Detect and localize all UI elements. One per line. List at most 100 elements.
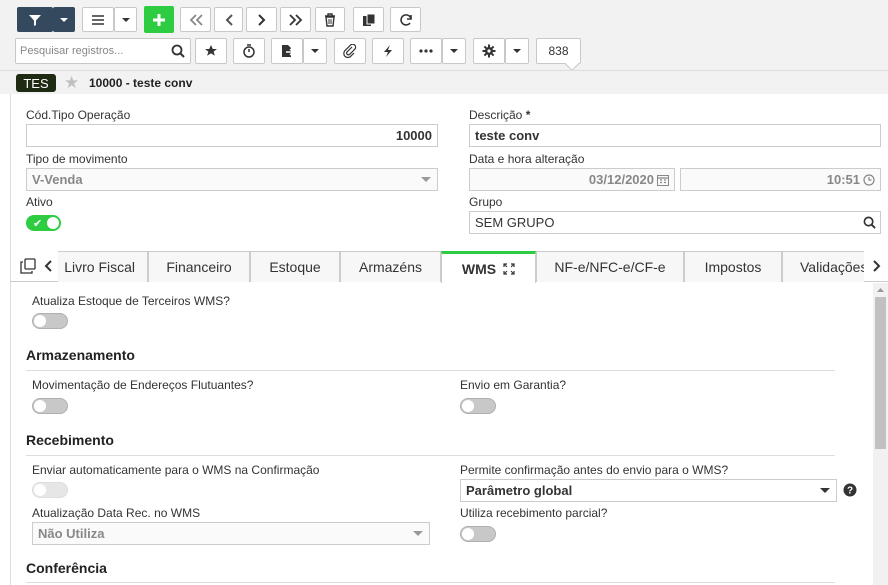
caret-down-icon: [311, 49, 319, 53]
first-record-button[interactable]: [180, 7, 211, 32]
enviar-auto-label: Enviar automaticamente para o WMS na Con…: [32, 463, 320, 477]
delete-button[interactable]: [315, 7, 345, 32]
bolt-icon: [384, 45, 392, 57]
previous-record-button[interactable]: [214, 7, 243, 32]
caret-down-icon: [413, 531, 423, 536]
hora-alteracao-field[interactable]: 10:51: [680, 168, 881, 191]
ellipsis-icon: [419, 49, 433, 53]
permite-conf-value: Parâmetro global: [466, 483, 573, 498]
chevron-left-icon[interactable]: [44, 260, 52, 272]
tab-wms[interactable]: WMS: [441, 251, 536, 283]
permite-conf-select[interactable]: Parâmetro global: [460, 479, 837, 502]
favorite-star-icon[interactable]: ★: [64, 73, 79, 93]
armazenamento-section-title: Armazenamento: [26, 347, 135, 363]
permite-conf-label: Permite confirmação antes do envio para …: [460, 463, 729, 477]
calendar-icon: [657, 174, 669, 186]
scroll-up-icon[interactable]: [876, 287, 885, 293]
favorite-button[interactable]: [195, 38, 227, 64]
tipo-movimento-select[interactable]: V-Venda: [26, 168, 438, 191]
atualiza-estoque-toggle[interactable]: [32, 313, 68, 329]
tab-validacoes[interactable]: Validações: [782, 251, 864, 282]
hora-value: 10:51: [826, 172, 860, 187]
tab-financeiro[interactable]: Financeiro: [148, 251, 250, 282]
toolbar: 838: [0, 0, 888, 70]
conferencia-section-title: Conferência: [26, 560, 107, 576]
envio-garantia-toggle[interactable]: [460, 398, 496, 414]
chevron-right-icon: [873, 260, 881, 272]
list-view-button[interactable]: [82, 7, 114, 32]
ativo-toggle[interactable]: ✔: [26, 215, 61, 231]
tab-estoque[interactable]: Estoque: [250, 251, 340, 282]
mov-enderecos-toggle[interactable]: [32, 398, 68, 414]
file-export-icon: [282, 45, 294, 57]
descricao-field[interactable]: teste conv: [469, 124, 881, 147]
tab-scroll-right[interactable]: [864, 250, 888, 281]
data-alteracao-field[interactable]: 03/12/2020: [469, 168, 675, 191]
add-button[interactable]: [144, 6, 174, 33]
search-input[interactable]: [16, 39, 156, 63]
tab-livro-fiscal[interactable]: Livro Fiscal: [58, 251, 148, 282]
attachment-button[interactable]: [334, 38, 366, 64]
data-value: 03/12/2020: [588, 172, 654, 187]
last-record-button[interactable]: [280, 7, 311, 32]
scrollbar-thumb[interactable]: [875, 297, 886, 449]
filter-dropdown-button[interactable]: [53, 7, 75, 32]
list-view-dropdown-button[interactable]: [114, 7, 137, 32]
atualiza-estoque-label: Atualiza Estoque de Terceiros WMS?: [32, 294, 230, 308]
more-button[interactable]: [410, 38, 442, 64]
plus-icon: [153, 13, 165, 26]
timer-button[interactable]: [233, 38, 265, 64]
double-chevron-left-icon: [189, 13, 203, 26]
refresh-button[interactable]: [390, 7, 421, 32]
data-hora-label: Data e hora alteração: [469, 152, 585, 166]
svg-text:?: ?: [847, 486, 853, 497]
record-title: 10000 - teste conv: [89, 76, 193, 90]
enviar-auto-toggle[interactable]: [32, 482, 68, 498]
gear-icon: [482, 44, 496, 58]
tab-armazens[interactable]: Armazéns: [340, 251, 441, 282]
record-count-badge: 838: [536, 38, 581, 64]
utiliza-receb-toggle[interactable]: [460, 526, 496, 542]
search-icon[interactable]: [863, 216, 876, 229]
caret-down-icon: [421, 177, 431, 182]
search-icon[interactable]: [171, 44, 185, 58]
tab-bar: Livro Fiscal Financeiro Estoque Armazéns…: [10, 250, 888, 283]
tab-label: Impostos: [704, 259, 762, 275]
cod-tipo-field[interactable]: 10000: [26, 124, 438, 147]
export-button[interactable]: [271, 38, 303, 64]
double-chevron-right-icon: [288, 13, 302, 26]
stopwatch-icon: [243, 44, 255, 58]
recebimento-section-title: Recebimento: [26, 432, 114, 448]
trash-icon: [325, 12, 335, 27]
grupo-value: SEM GRUPO: [475, 215, 555, 230]
filter-button[interactable]: [17, 7, 53, 32]
next-record-button[interactable]: [246, 7, 277, 32]
settings-button[interactable]: [473, 38, 505, 64]
atualizacao-data-select[interactable]: Não Utiliza: [32, 522, 430, 545]
actions-button[interactable]: [372, 38, 404, 64]
help-icon[interactable]: ?: [843, 483, 857, 497]
vertical-scrollbar[interactable]: [873, 283, 888, 585]
required-marker: *: [525, 108, 531, 122]
envio-garantia-label: Envio em Garantia?: [460, 378, 567, 392]
duplicate-button[interactable]: [353, 7, 384, 32]
tab-label: Estoque: [269, 259, 321, 275]
settings-dropdown-button[interactable]: [505, 38, 529, 64]
tipo-movimento-label: Tipo de movimento: [26, 152, 128, 166]
caret-down-icon: [60, 17, 68, 22]
tab-impostos[interactable]: Impostos: [684, 251, 782, 282]
grupo-field[interactable]: SEM GRUPO: [469, 211, 881, 234]
cod-tipo-label: Cód.Tipo Operação: [26, 108, 131, 122]
tab-label: WMS: [461, 260, 497, 277]
tab-nfe[interactable]: NF-e/NFC-e/CF-e: [536, 251, 684, 282]
caret-down-icon: [820, 488, 830, 493]
copy-icon: [362, 13, 375, 26]
caret-down-icon: [513, 49, 521, 53]
copy-tabs-icon[interactable]: [20, 258, 36, 274]
export-dropdown-button[interactable]: [303, 38, 327, 64]
paperclip-icon: [343, 44, 357, 58]
tab-label: Armazéns: [358, 259, 423, 275]
expand-icon[interactable]: [503, 262, 515, 275]
tab-label: Livro Fiscal: [64, 259, 135, 275]
more-dropdown-button[interactable]: [442, 38, 466, 64]
